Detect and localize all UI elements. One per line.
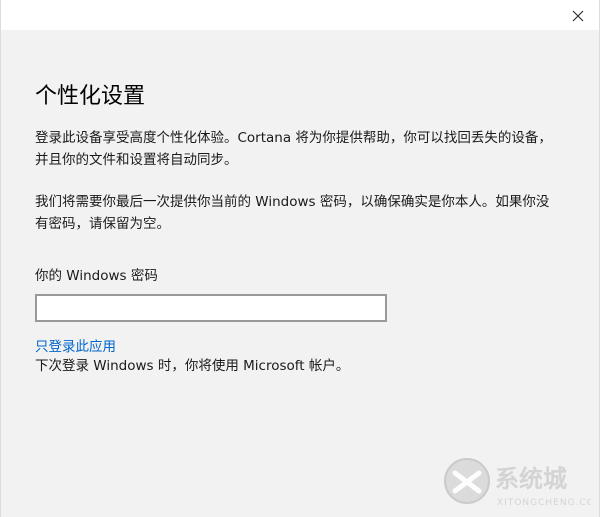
svg-text:系统城: 系统城 <box>495 465 567 493</box>
password-explanation: 我们将需要你最后一次提供你当前的 Windows 密码，以确保确实是你本人。如果… <box>35 194 550 232</box>
password-input[interactable] <box>35 294 387 322</box>
close-icon <box>572 10 584 22</box>
personalization-dialog: 个性化设置 登录此设备享受高度个性化体验。Cortana 将为你提供帮助，你可以… <box>0 0 600 517</box>
password-label: 你的 Windows 密码 <box>35 268 158 284</box>
svg-text:XITONGCHENG.COM: XITONGCHENG.COM <box>497 498 591 508</box>
next-login-note: 下次登录 Windows 时，你将使用 Microsoft 帐户。 <box>35 358 350 374</box>
close-button[interactable] <box>567 5 589 27</box>
dialog-title: 个性化设置 <box>35 84 146 109</box>
sign-in-app-only-link[interactable]: 只登录此应用 <box>35 335 116 355</box>
title-bar <box>1 0 599 30</box>
intro-paragraph: 登录此设备享受高度个性化体验。Cortana 将为你提供帮助，你可以找回丢失的设… <box>35 130 552 168</box>
site-watermark-logo: 系统城 XITONGCHENG.COM <box>444 458 591 508</box>
